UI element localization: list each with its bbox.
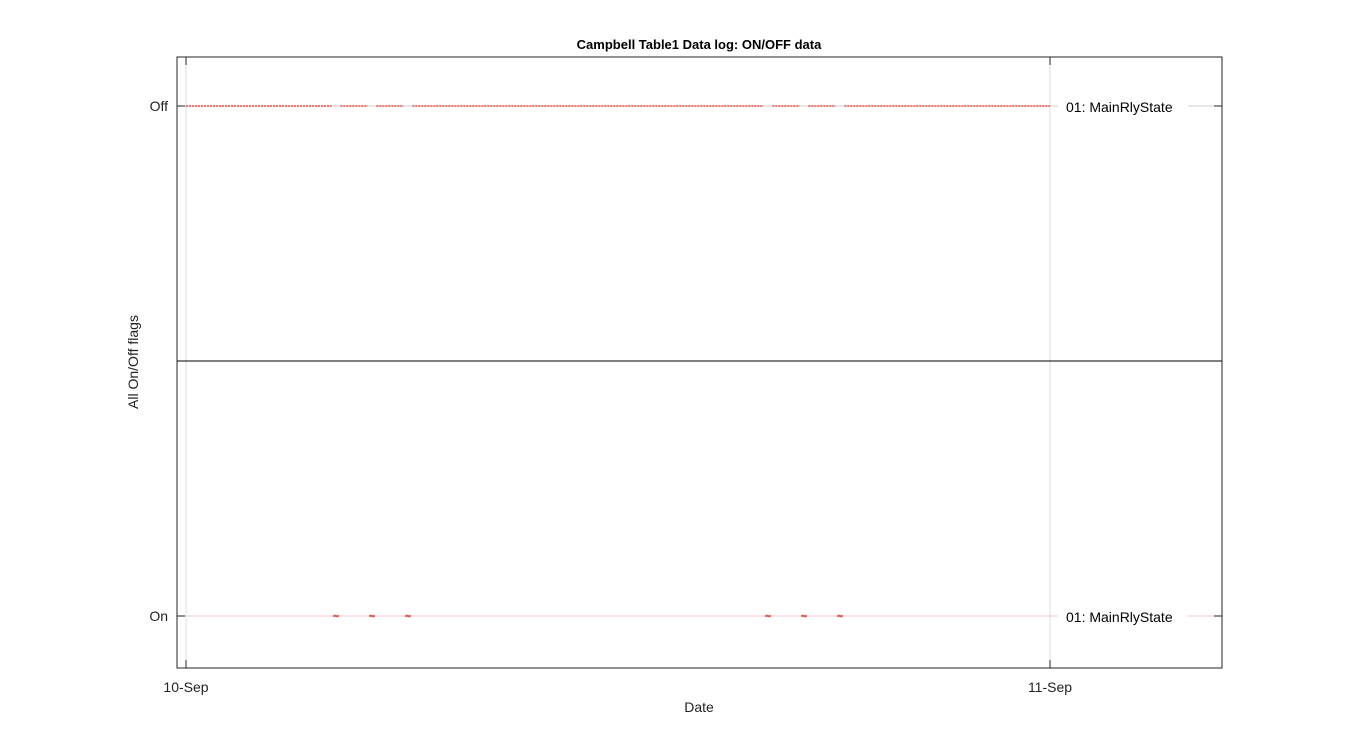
y-axis-label: All On/Off flags — [125, 315, 141, 409]
x-tick-label: 11-Sep — [1028, 679, 1072, 695]
y-tick-label: On — [149, 608, 168, 624]
chart-title: Campbell Table1 Data log: ON/OFF data — [577, 37, 822, 52]
series-label: 01: MainRlyState — [1066, 609, 1173, 625]
plot-area — [176, 56, 1223, 669]
chart-figure: Campbell Table1 Data log: ON/OFF data 10… — [125, 37, 1223, 715]
y-tick-label: Off — [150, 98, 169, 114]
x-tick-label: 10-Sep — [163, 679, 208, 695]
series-label: 01: MainRlyState — [1066, 99, 1173, 115]
x-axis-label: Date — [684, 699, 714, 715]
